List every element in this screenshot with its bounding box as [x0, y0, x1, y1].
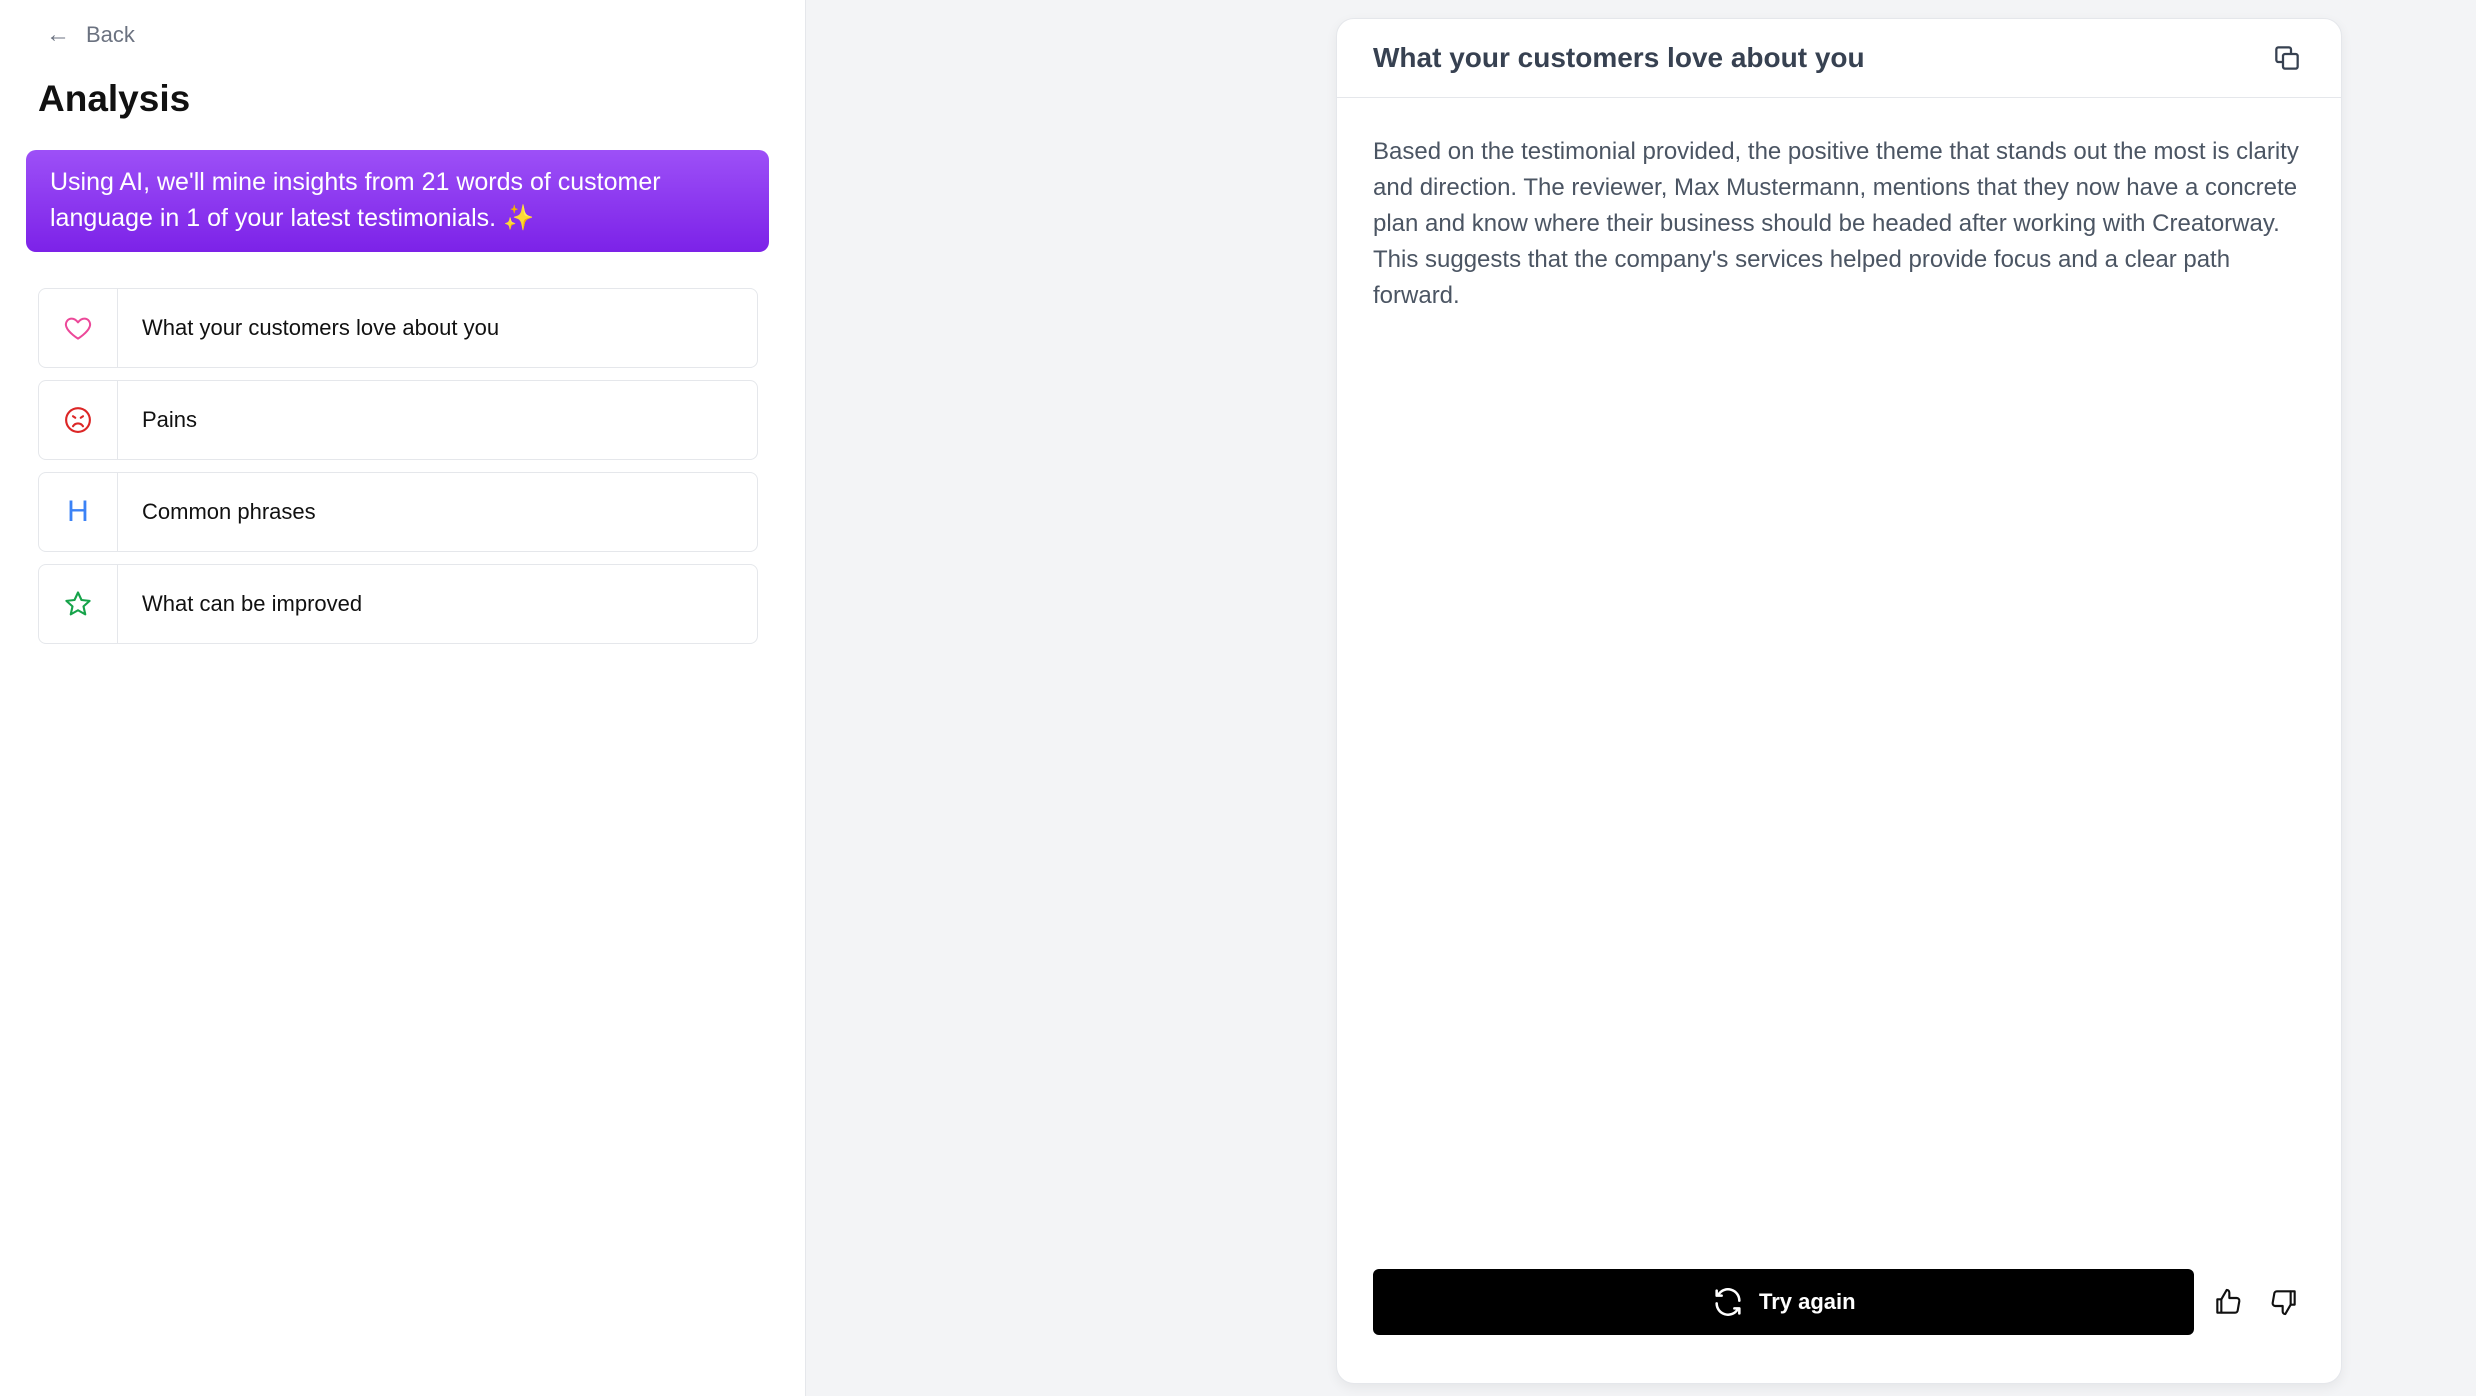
- result-card-header: What your customers love about you: [1337, 19, 2341, 98]
- ai-info-banner: Using AI, we'll mine insights from 21 wo…: [26, 150, 769, 252]
- heading-icon: H: [67, 495, 89, 528]
- menu-item-pains[interactable]: Pains: [38, 380, 758, 460]
- thumbs-up-button[interactable]: [2208, 1281, 2250, 1323]
- analysis-menu: What your customers love about you Pains…: [38, 288, 758, 656]
- copy-button[interactable]: [2269, 40, 2305, 76]
- refresh-icon: [1715, 1288, 1741, 1316]
- menu-item-improvements[interactable]: What can be improved: [38, 564, 758, 644]
- back-label: Back: [86, 22, 135, 47]
- thumbs-down-button[interactable]: [2263, 1281, 2305, 1323]
- star-icon: [65, 591, 91, 616]
- try-again-label: Try again: [1758, 1289, 1856, 1314]
- app-layout: ← Back Analysis Using AI, we'll mine ins…: [0, 0, 2476, 1396]
- try-again-button[interactable]: Try again: [1373, 1269, 2194, 1335]
- menu-item-label: What your customers love about you: [142, 315, 500, 340]
- menu-item-common-phrases[interactable]: H Common phrases: [38, 472, 758, 552]
- main-content: What your customers love about you Based…: [806, 0, 2476, 1396]
- thumbs-up-icon: [2216, 1288, 2241, 1314]
- back-link[interactable]: ← Back: [46, 22, 135, 48]
- result-actions: Try again: [1373, 1269, 2305, 1335]
- menu-item-label: Pains: [142, 407, 198, 432]
- menu-item-label: What can be improved: [142, 591, 363, 616]
- sad-face-icon: [65, 407, 91, 433]
- result-body: Based on the testimonial provided, the p…: [1373, 138, 2299, 309]
- result-title: What your customers love about you: [1373, 42, 1865, 73]
- sidebar: ← Back Analysis Using AI, we'll mine ins…: [0, 0, 806, 1396]
- heart-icon: [64, 317, 92, 340]
- thumbs-down-icon: [2271, 1290, 2296, 1316]
- arrow-left-icon: ←: [46, 21, 70, 48]
- menu-item-label: Common phrases: [142, 499, 316, 524]
- result-card: What your customers love about you Based…: [1336, 18, 2342, 1384]
- copy-icon: [2275, 46, 2299, 70]
- menu-item-love[interactable]: What your customers love about you: [38, 288, 758, 368]
- page-title: Analysis: [38, 78, 191, 119]
